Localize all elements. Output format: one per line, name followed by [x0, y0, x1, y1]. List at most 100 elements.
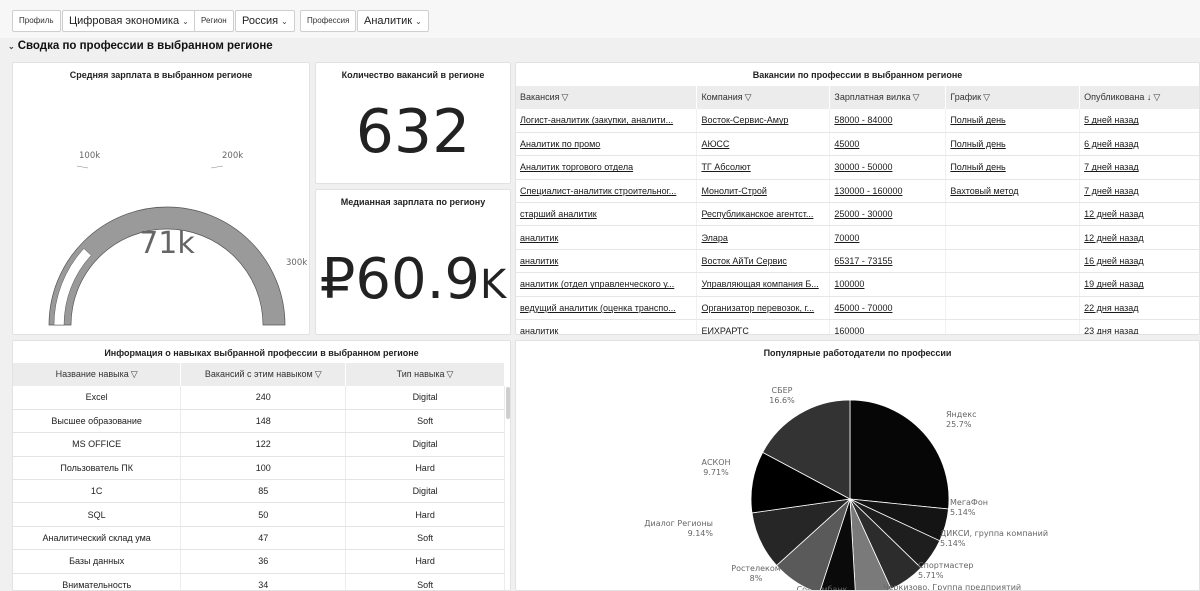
table-row[interactable]: аналитик Элара 70000 12 дней назад	[516, 225, 1199, 250]
pie-slice-label: Черкизово, Группа предприятий	[883, 583, 1021, 591]
column-header-vacancy[interactable]: Вакансия ▽	[516, 86, 698, 109]
cell-link[interactable]: 25000 - 30000	[834, 209, 892, 219]
table-row[interactable]: Excel 240 Digital	[13, 386, 505, 410]
cell-link[interactable]: 30000 - 50000	[834, 162, 892, 172]
collapse-chevron-icon: ⌄	[8, 42, 15, 51]
table-row[interactable]: MS OFFICE 122 Digital	[13, 432, 505, 457]
filter-icon[interactable]: ▽	[315, 369, 322, 379]
cell-link[interactable]: Элара	[701, 233, 727, 243]
region-select[interactable]: Россия ⌄	[235, 10, 295, 32]
cell-link[interactable]: Специалист-аналитик строительног...	[520, 186, 676, 196]
cell-link[interactable]: аналитик	[520, 256, 558, 266]
section-header[interactable]: ⌄ Сводка по профессии в выбранном регионе	[8, 40, 273, 52]
table-row[interactable]: SQL 50 Hard	[13, 502, 505, 527]
table-cell: 130000 - 160000	[829, 179, 947, 204]
cell-link[interactable]: 160000	[834, 326, 864, 334]
table-row[interactable]: Аналитический склад ума 47 Soft	[13, 526, 505, 551]
cell-link[interactable]: аналитик (отдел управленческого у...	[520, 279, 674, 289]
table-cell: 160000	[829, 319, 947, 334]
cell-link[interactable]: Восток-Сервис-Амур	[701, 115, 788, 125]
cell-link[interactable]: Управляющая компания Б...	[701, 279, 818, 289]
table-row[interactable]: Базы данных 36 Hard	[13, 549, 505, 574]
cell-link[interactable]: аналитик	[520, 326, 558, 334]
table-row[interactable]: Высшее образование 148 Soft	[13, 409, 505, 434]
table-row[interactable]: Логист-аналитик (закупки, аналити... Вост…	[516, 109, 1199, 133]
median-salary-title: Медианная зарплата по региону	[340, 197, 486, 207]
cell-link[interactable]: 23 дня назад	[1084, 326, 1138, 334]
cell-link[interactable]: аналитик	[520, 233, 558, 243]
filter-icon[interactable]: ▽	[912, 92, 919, 102]
cell-link[interactable]: Монолит-Строй	[701, 186, 766, 196]
table-row[interactable]: 1С 85 Digital	[13, 479, 505, 504]
cell-link[interactable]: 58000 - 84000	[834, 115, 892, 125]
cell-link[interactable]: старший аналитик	[520, 209, 597, 219]
filter-icon[interactable]: ▽	[447, 369, 454, 379]
column-header-published[interactable]: Опубликована ↓ ▽	[1079, 86, 1199, 109]
table-row[interactable]: Аналитик торгового отдела ТГ Абсолют 30000…	[516, 155, 1199, 180]
cell-link[interactable]: Полный день	[950, 139, 1005, 149]
table-row[interactable]: старший аналитик Республиканское агентст.…	[516, 202, 1199, 227]
pie-slice-label: Спортмастер 5.71%	[918, 561, 973, 580]
column-header-salary[interactable]: Зарплатная вилка ▽	[829, 86, 947, 109]
column-header-skill-count[interactable]: Вакансий с этим навыком ▽	[180, 363, 347, 386]
column-header-schedule[interactable]: График ▽	[945, 86, 1081, 109]
cell-link[interactable]: 12 дней назад	[1084, 233, 1144, 243]
profile-select[interactable]: Цифровая экономика ⌄	[62, 10, 196, 32]
filter-icon[interactable]: ▽	[745, 92, 752, 102]
skills-table: Название навыка ▽ Вакансий с этим навыком…	[13, 363, 505, 590]
profession-select[interactable]: Аналитик ⌄	[357, 10, 429, 32]
table-cell: Восток-Сервис-Амур	[696, 109, 831, 133]
cell-link[interactable]: АЮСС	[701, 139, 729, 149]
cell-link[interactable]: Организатор перевозок, г...	[701, 303, 814, 313]
table-row[interactable]: аналитик (отдел управленческого у... Упра…	[516, 272, 1199, 297]
table-row[interactable]: аналитик ЕИХРАРТС 160000 23 дня назад	[516, 319, 1199, 334]
table-cell: 5 дней назад	[1079, 109, 1199, 133]
table-cell: 45000	[829, 132, 947, 157]
cell-link[interactable]: 45000 - 70000	[834, 303, 892, 313]
table-row[interactable]: аналитик Восток АйТи Сервис 65317 - 73155 1…	[516, 249, 1199, 274]
cell-link[interactable]: 19 дней назад	[1084, 279, 1144, 289]
cell-link[interactable]: 130000 - 160000	[834, 186, 902, 196]
table-cell: 70000	[829, 225, 947, 250]
cell-link[interactable]: 16 дней назад	[1084, 256, 1144, 266]
table-cell: Аналитический склад ума	[13, 526, 182, 551]
filter-icon[interactable]: ▽	[983, 92, 990, 102]
filter-icon[interactable]: ▽	[131, 369, 138, 379]
sort-desc-icon[interactable]: ↓	[1147, 92, 1152, 102]
cell-link[interactable]: 7 дней назад	[1084, 186, 1139, 196]
cell-link[interactable]: 100000	[834, 279, 864, 289]
cell-link[interactable]: Аналитик по промо	[520, 139, 600, 149]
cell-link[interactable]: Полный день	[950, 162, 1005, 172]
filter-icon[interactable]: ▽	[1153, 92, 1160, 102]
filter-icon[interactable]: ▽	[562, 92, 569, 102]
cell-link[interactable]: 7 дней назад	[1084, 162, 1139, 172]
table-row[interactable]: ведущий аналитик (оценка транспо... Орган…	[516, 296, 1199, 321]
column-header-skill-name[interactable]: Название навыка ▽	[13, 363, 182, 386]
cell-link[interactable]: 12 дней назад	[1084, 209, 1144, 219]
table-cell: 122	[180, 432, 347, 457]
cell-link[interactable]: ТГ Абсолют	[701, 162, 750, 172]
cell-link[interactable]: 22 дня назад	[1084, 303, 1138, 313]
cell-link[interactable]: Вахтовый метод	[950, 186, 1018, 196]
pie-slice[interactable]	[849, 399, 950, 510]
column-header-skill-type[interactable]: Тип навыка ▽	[345, 363, 505, 386]
cell-link[interactable]: 45000	[834, 139, 859, 149]
table-row[interactable]: Аналитик по промо АЮСС 45000 Полный день 6 д…	[516, 132, 1199, 157]
table-row[interactable]: Пользователь ПК 100 Hard	[13, 456, 505, 481]
cell-link[interactable]: Логист-аналитик (закупки, аналити...	[520, 115, 673, 125]
table-cell: аналитик	[516, 249, 698, 274]
cell-link[interactable]: Аналитик торгового отдела	[520, 162, 633, 172]
cell-link[interactable]: ведущий аналитик (оценка транспо...	[520, 303, 676, 313]
cell-link[interactable]: 5 дней назад	[1084, 115, 1139, 125]
skills-scrollbar[interactable]	[506, 387, 510, 419]
cell-link[interactable]: 65317 - 73155	[834, 256, 892, 266]
cell-link[interactable]: Восток АйТи Сервис	[701, 256, 786, 266]
column-header-company[interactable]: Компания ▽	[696, 86, 831, 109]
cell-link[interactable]: 6 дней назад	[1084, 139, 1139, 149]
cell-link[interactable]: Республиканское агентст...	[701, 209, 813, 219]
cell-link[interactable]: ЕИХРАРТС	[701, 326, 748, 334]
cell-link[interactable]: 70000	[834, 233, 859, 243]
cell-link[interactable]: Полный день	[950, 115, 1005, 125]
table-row[interactable]: Внимательность 34 Soft	[13, 573, 505, 590]
table-row[interactable]: Специалист-аналитик строительног... Монол…	[516, 179, 1199, 204]
